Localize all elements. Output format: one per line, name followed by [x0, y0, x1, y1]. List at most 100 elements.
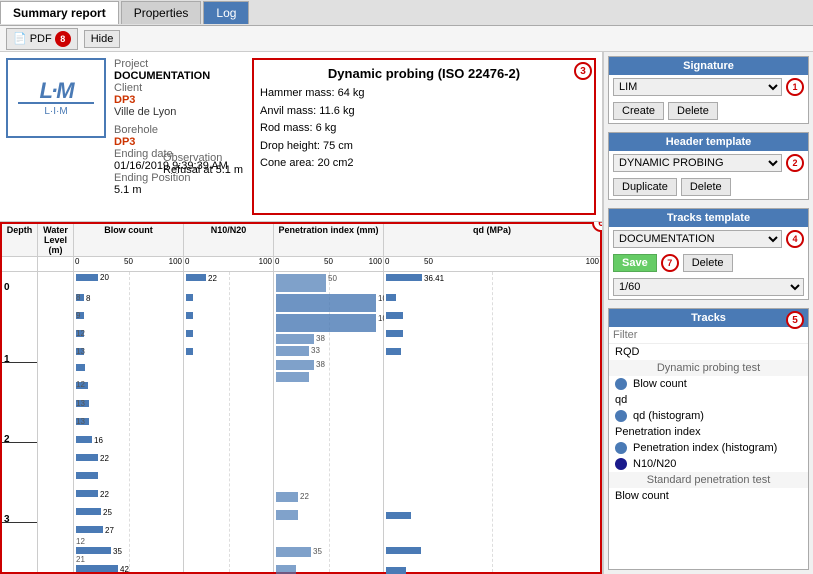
water-col	[38, 272, 74, 572]
tab-properties[interactable]: Properties	[121, 1, 202, 24]
tracks-header: Tracks 5	[609, 309, 808, 327]
qd-header: qd (MPa)	[384, 224, 600, 256]
qd-bar-2	[386, 294, 396, 301]
pen-bar-7	[276, 372, 309, 382]
water-header: Water Level (m)	[38, 224, 74, 256]
main-area: L·M L·I·M Project DOCUMENTATION Client D…	[0, 52, 813, 574]
pen-bar-1: 50	[276, 274, 326, 292]
tab-bar: Summary report Properties Log	[0, 0, 813, 26]
probe-title: Dynamic probing (ISO 22476-2)	[260, 66, 588, 81]
left-content: L·M L·I·M Project DOCUMENTATION Client D…	[0, 52, 603, 574]
hide-button[interactable]: Hide	[84, 30, 121, 48]
bc-bar-17: 42	[76, 565, 118, 572]
scale-row: 1/60	[609, 275, 808, 299]
pdf-label: PDF	[30, 33, 52, 45]
hammer-mass: Hammer mass: 64 kg	[260, 85, 588, 103]
blowcount-header: Blow count	[74, 224, 184, 256]
track-group-spt: Standard penetration test	[609, 472, 808, 488]
pen-bar-9	[276, 510, 298, 520]
pen-axis-50: 50	[324, 257, 333, 266]
track-item-n10n20[interactable]: N10/N20	[609, 456, 808, 472]
signature-create-button[interactable]: Create	[613, 102, 664, 120]
pen-bar-10: 35	[276, 547, 311, 557]
track-item-blowcount-spt[interactable]: Blow count	[609, 488, 808, 504]
track-item-rqd[interactable]: RQD	[609, 344, 808, 360]
tick-3	[2, 522, 37, 523]
header-template-row: DYNAMIC PROBING 2	[609, 151, 808, 175]
track-bullet-penindex-histogram	[615, 442, 627, 454]
borehole-value: DP3	[114, 136, 244, 148]
track-item-blowcount[interactable]: Blow count	[609, 376, 808, 392]
scale-select[interactable]: 1/60	[613, 278, 804, 296]
tracks-template-save-button[interactable]: Save	[613, 254, 657, 272]
tracks-section: Tracks 5 RQD Dynamic probing test Blow c…	[608, 308, 809, 570]
tab-summary-report[interactable]: Summary report	[0, 1, 119, 24]
header-template-delete-button[interactable]: Delete	[681, 178, 731, 196]
track-item-penindex[interactable]: Penetration index	[609, 424, 808, 440]
signature-section: Signature LIM 1 Create Delete	[608, 56, 809, 124]
city-value: Ville de Lyon	[114, 106, 244, 118]
qd-bar-3	[386, 312, 403, 319]
logo-text: L·M	[39, 80, 72, 102]
signature-delete-button[interactable]: Delete	[668, 102, 718, 120]
track-bullet-n10n20	[615, 458, 627, 470]
tracks-list: RQD Dynamic probing test Blow count qd q…	[609, 344, 808, 569]
track-item-qd-histogram[interactable]: qd (histogram)	[609, 408, 808, 424]
depth-1: 1	[4, 354, 10, 365]
track-item-qd[interactable]: qd	[609, 392, 808, 408]
rod-mass: Rod mass: 6 kg	[260, 120, 588, 138]
qd-bar-5	[386, 348, 401, 355]
track-item-penindex-histogram[interactable]: Penetration index (histogram)	[609, 440, 808, 456]
n10-midline	[229, 272, 230, 572]
bc-bar-15: 27	[76, 526, 103, 533]
chart-section: 6 Depth Water Level (m) Blow count N10/N…	[0, 222, 602, 574]
qd-bar-6	[386, 512, 411, 519]
tick-1	[2, 362, 37, 363]
signature-select[interactable]: LIM	[613, 78, 782, 96]
cone-area: Cone area: 20 cm2	[260, 155, 588, 173]
pen-axis-100: 100	[369, 257, 382, 266]
tab-log[interactable]: Log	[203, 1, 249, 24]
depth-2: 2	[4, 434, 10, 445]
tracks-template-header: Tracks template	[609, 209, 808, 227]
probe-box: Dynamic probing (ISO 22476-2) 3 Hammer m…	[252, 58, 596, 215]
bc-bar-11: 22	[76, 454, 98, 461]
track-group-dynamic: Dynamic probing test	[609, 360, 808, 376]
bc-bar-1: 20	[76, 274, 98, 281]
qd-bar-8	[386, 567, 406, 574]
tracks-filter	[609, 327, 808, 344]
qd-col: 36.41	[384, 272, 600, 572]
header-template-header: Header template	[609, 133, 808, 151]
header-template-badge: 2	[786, 154, 804, 172]
pdf-icon: 📄	[13, 32, 27, 45]
n10-bar-2	[186, 294, 193, 301]
client-label: Client	[114, 82, 244, 94]
qd-axis-0: 0	[385, 257, 389, 266]
tracks-template-select[interactable]: DOCUMENTATION	[613, 230, 782, 248]
tracks-template-delete-button[interactable]: Delete	[683, 254, 733, 272]
header-template-duplicate-button[interactable]: Duplicate	[613, 178, 677, 196]
bc-bar-14: 25	[76, 508, 101, 515]
n10n20-header: N10/N20	[184, 224, 274, 256]
tracks-filter-input[interactable]	[609, 327, 808, 343]
n10-axis-0: 0	[185, 257, 189, 266]
tracks-template-badge: 4	[786, 230, 804, 248]
blowcount-col: 20 8 16 22 22 25 27	[74, 272, 184, 572]
tick-2	[2, 442, 37, 443]
tracks-badge: 5	[786, 311, 804, 329]
chart-axis-row: 0 50 100 0 100 0 50 100	[2, 257, 600, 272]
track-bullet-blowcount	[615, 378, 627, 390]
depth-header: Depth	[2, 224, 38, 256]
probe-badge: 3	[574, 62, 592, 80]
header-template-buttons: Duplicate Delete	[609, 175, 808, 199]
n10-bar-4	[186, 330, 193, 337]
tracks-template-section: Tracks template DOCUMENTATION 4 Save 7 D…	[608, 208, 809, 300]
pdf-badge: 8	[55, 31, 71, 47]
depth-col: 0 1 2 3 4	[2, 272, 38, 572]
qd-axis-50: 50	[424, 257, 433, 266]
pen-bar-11	[276, 565, 296, 574]
chart-headers: Depth Water Level (m) Blow count N10/N20…	[2, 224, 600, 257]
pen-bar-4: 38	[276, 334, 314, 344]
pdf-button[interactable]: 📄 PDF 8	[6, 28, 78, 50]
header-template-select[interactable]: DYNAMIC PROBING	[613, 154, 782, 172]
